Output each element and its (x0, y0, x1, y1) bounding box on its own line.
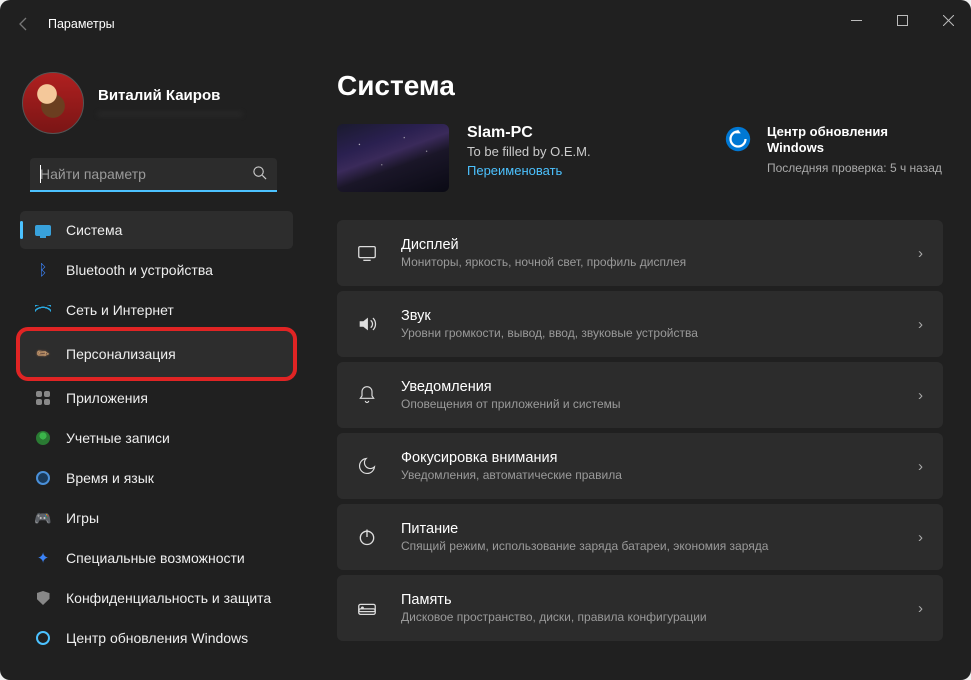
sidebar: Виталий Каиров ———————————— Система ᛒ Blue… (0, 48, 305, 680)
setting-subtitle: Оповещения от приложений и системы (401, 397, 896, 411)
setting-focus[interactable]: Фокусировка внимания Уведомления, автомат… (337, 433, 943, 499)
sidebar-item-label: Время и язык (66, 470, 154, 486)
avatar (22, 72, 84, 134)
net-icon (34, 301, 52, 319)
sidebar-item-label: Персонализация (66, 346, 176, 362)
windows-update-card[interactable]: Центр обновления Windows Последняя прове… (723, 124, 943, 175)
sidebar-item-system[interactable]: Система (20, 211, 293, 249)
sidebar-item-label: Игры (66, 510, 99, 526)
system-icon (34, 221, 52, 239)
user-name: Виталий Каиров (98, 87, 242, 104)
user-email: ———————————— (98, 106, 242, 120)
sidebar-item-label: Сеть и Интернет (66, 302, 174, 318)
setting-subtitle: Уровни громкости, вывод, ввод, звуковые … (401, 326, 896, 340)
access-icon: ✦ (34, 549, 52, 567)
setting-power[interactable]: Питание Спящий режим, использование заряд… (337, 504, 943, 570)
apps-icon (34, 389, 52, 407)
close-button[interactable] (925, 0, 971, 40)
setting-subtitle: Мониторы, яркость, ночной свет, профиль … (401, 255, 896, 269)
moon-icon (355, 456, 379, 476)
back-button[interactable] (4, 4, 44, 44)
settings-list: Дисплей Мониторы, яркость, ночной свет, п… (337, 220, 943, 641)
time-icon (34, 469, 52, 487)
pc-oem: To be filled by O.E.M. (467, 144, 591, 159)
drive-icon (355, 597, 379, 619)
sidebar-item-update[interactable]: Центр обновления Windows (20, 619, 293, 657)
rename-link[interactable]: Переименовать (467, 163, 562, 178)
caret (40, 165, 41, 183)
search-input[interactable] (40, 166, 252, 182)
setting-subtitle: Уведомления, автоматические правила (401, 468, 896, 482)
pers-icon: ✎ (34, 345, 52, 363)
nav-list: Система ᛒ Bluetooth и устройства Сеть и Инт… (0, 210, 299, 658)
minimize-button[interactable] (833, 0, 879, 40)
setting-sound[interactable]: Звук Уровни громкости, вывод, ввод, звуко… (337, 291, 943, 357)
setting-storage[interactable]: Память Дисковое пространство, диски, прав… (337, 575, 943, 641)
power-icon (355, 527, 379, 547)
desktop-preview (337, 124, 449, 192)
sidebar-item-label: Конфиденциальность и защита (66, 590, 271, 606)
chevron-right-icon: › (918, 458, 923, 475)
chevron-right-icon: › (918, 316, 923, 333)
bt-icon: ᛒ (34, 261, 52, 279)
top-row: Slam-PC To be filled by O.E.M. Переимено… (337, 124, 943, 192)
sidebar-item-access[interactable]: ✦ Специальные возможности (20, 539, 293, 577)
pc-name: Slam-PC (467, 124, 591, 142)
setting-title: Уведомления (401, 379, 896, 395)
chevron-right-icon: › (918, 245, 923, 262)
chevron-right-icon: › (918, 529, 923, 546)
search-input-wrapper[interactable] (30, 158, 277, 192)
main-pane: Система Slam-PC To be filled by O.E.M. П… (305, 48, 971, 680)
setting-notif[interactable]: Уведомления Оповещения от приложений и си… (337, 362, 943, 428)
acct-icon (34, 429, 52, 447)
sidebar-item-label: Bluetooth и устройства (66, 262, 213, 278)
sidebar-item-personal[interactable]: ✎ Персонализация (20, 331, 293, 377)
sidebar-item-label: Приложения (66, 390, 148, 406)
setting-title: Память (401, 592, 896, 608)
user-block[interactable]: Виталий Каиров ———————————— (0, 60, 299, 148)
chevron-right-icon: › (918, 387, 923, 404)
sidebar-item-label: Учетные записи (66, 430, 170, 446)
pc-card[interactable]: Slam-PC To be filled by O.E.M. Переимено… (337, 124, 703, 192)
display-icon (355, 242, 379, 264)
setting-title: Питание (401, 521, 896, 537)
sidebar-item-apps[interactable]: Приложения (20, 379, 293, 417)
window-title: Параметры (48, 17, 115, 31)
window-controls (833, 0, 971, 48)
chevron-right-icon: › (918, 600, 923, 617)
sidebar-item-network[interactable]: Сеть и Интернет (20, 291, 293, 329)
priv-icon (34, 589, 52, 607)
game-icon: 🎮 (34, 509, 52, 527)
update-icon (723, 124, 753, 154)
search-icon (252, 165, 267, 183)
sound-icon (355, 313, 379, 335)
settings-window: Параметры Виталий Каиров ———————————— (0, 0, 971, 680)
sidebar-item-time[interactable]: Время и язык (20, 459, 293, 497)
setting-title: Дисплей (401, 237, 896, 253)
bell-icon (355, 385, 379, 405)
maximize-button[interactable] (879, 0, 925, 40)
sidebar-item-label: Специальные возможности (66, 550, 245, 566)
sidebar-item-privacy[interactable]: Конфиденциальность и защита (20, 579, 293, 617)
setting-subtitle: Спящий режим, использование заряда батар… (401, 539, 896, 553)
sidebar-item-bluetooth[interactable]: ᛒ Bluetooth и устройства (20, 251, 293, 289)
page-heading: Система (337, 70, 943, 102)
update-title: Центр обновления Windows (767, 124, 943, 157)
setting-subtitle: Дисковое пространство, диски, правила ко… (401, 610, 896, 624)
sidebar-item-label: Центр обновления Windows (66, 630, 248, 646)
sidebar-item-label: Система (66, 222, 122, 238)
sidebar-item-gaming[interactable]: 🎮 Игры (20, 499, 293, 537)
setting-title: Звук (401, 308, 896, 324)
upd-icon (34, 629, 52, 647)
setting-title: Фокусировка внимания (401, 450, 896, 466)
setting-display[interactable]: Дисплей Мониторы, яркость, ночной свет, п… (337, 220, 943, 286)
sidebar-item-accounts[interactable]: Учетные записи (20, 419, 293, 457)
update-subtitle: Последняя проверка: 5 ч назад (767, 161, 943, 175)
titlebar: Параметры (0, 0, 971, 48)
